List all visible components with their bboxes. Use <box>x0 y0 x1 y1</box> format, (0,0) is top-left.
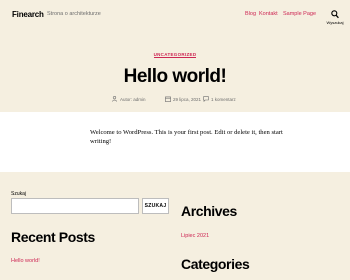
categories-title: Categories <box>181 256 250 272</box>
menu-item-sample-page[interactable]: Sample Page <box>283 11 316 17</box>
post-author[interactable]: Autor: admin <box>120 97 146 102</box>
footer-widgets: Szukaj SZUKAJ Recent Posts Hello world! … <box>0 172 350 280</box>
search-toggle-label: Wyszukaj <box>326 20 344 25</box>
category-link[interactable]: UNCATEGORIZED <box>153 52 197 58</box>
menu-item-kontakt[interactable]: Kontakt <box>259 11 278 17</box>
search-input[interactable] <box>11 198 139 214</box>
comment-icon <box>203 96 209 102</box>
search-widget-label: Szukaj <box>11 191 27 197</box>
post-comments[interactable]: 1 komentarz <box>211 97 236 102</box>
archive-link[interactable]: Lipiec 2021 <box>181 233 209 239</box>
recent-post-link[interactable]: Hello world! <box>11 258 40 264</box>
recent-posts-title: Recent Posts <box>11 229 95 245</box>
site-header: Finearch Strona o architekturze Blog Kon… <box>0 0 350 30</box>
post-category: UNCATEGORIZED <box>0 52 350 58</box>
search-submit-button[interactable]: SZUKAJ <box>142 198 169 214</box>
post-content: Welcome to WordPress. This is your first… <box>90 129 283 145</box>
search-icon <box>331 10 339 19</box>
menu-item-blog[interactable]: Blog <box>245 11 256 17</box>
post-content-area: Welcome to WordPress. This is your first… <box>0 112 350 172</box>
author-icon <box>112 96 117 102</box>
post-date[interactable]: 29 lipca, 2021 <box>173 97 201 102</box>
site-title[interactable]: Finearch <box>12 10 44 19</box>
search-toggle-button[interactable]: Wyszukaj <box>325 8 345 28</box>
calendar-icon <box>165 96 171 102</box>
site-description: Strona o architekturze <box>47 11 101 17</box>
archives-title: Archives <box>181 203 237 219</box>
post-title: Hello world! <box>123 66 227 87</box>
